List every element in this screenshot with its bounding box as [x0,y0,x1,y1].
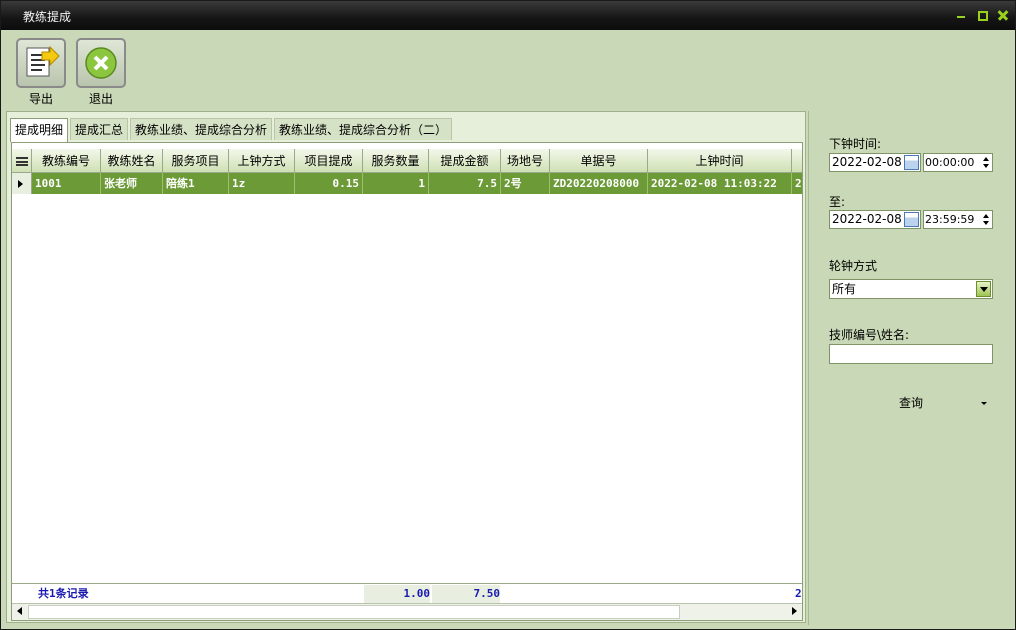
export-button[interactable]: 导出 [15,38,67,106]
export-label: 导出 [28,92,53,106]
window-title: 教练提成 [23,10,72,24]
clock-mode-label: 轮钟方式 [829,259,878,273]
tab-strip: 提成明细 提成汇总 教练业绩、提成综合分析 教练业绩、提成综合分析（二） [10,118,454,142]
table-row[interactable]: 1001 张老师 陪练1 1z 0.15 1 7.5 2号 ZD20220208… [12,173,802,194]
row-indicator-icon [12,173,32,194]
spinner-icon[interactable] [982,213,990,226]
select-all-icon[interactable] [12,149,32,173]
cell-clock-in-time[interactable]: 2022-02-08 11:03:22 [648,173,792,194]
cell-venue-no[interactable]: 2号 [501,173,550,194]
col-venue-no[interactable]: 场地号 [501,149,550,173]
start-date-value: 2022-02-08 [832,155,902,169]
clock-mode-select[interactable]: 所有 [829,279,993,299]
end-time-value: 23:59:59 [925,213,975,226]
detail-panel: 提成明细 提成汇总 教练业绩、提成综合分析 教练业绩、提成综合分析（二） 教练编… [6,111,806,623]
exit-label: 退出 [88,92,113,106]
scroll-left-icon[interactable] [17,607,22,615]
cell-coach-id[interactable]: 1001 [32,173,101,194]
title-bar[interactable]: 教练提成 [1,1,1015,30]
cell-service-qty[interactable]: 1 [363,173,429,194]
tab-commission-summary[interactable]: 提成汇总 [70,118,129,140]
end-time-label: 至: [829,195,846,209]
close-icon[interactable] [995,7,1011,23]
export-icon [16,38,66,88]
sum-commission-amount: 7.50 [432,585,500,603]
grid-footer: 共1条记录 1.00 7.50 2 [12,583,802,603]
cell-commission-amount[interactable]: 7.5 [429,173,501,194]
calendar-icon[interactable] [904,155,919,170]
scroll-thumb[interactable] [28,605,680,619]
data-grid: 教练编号 教练姓名 服务项目 上钟方式 项目提成 服务数量 提成金额 场地号 单… [11,142,803,621]
col-receipt-no[interactable]: 单据号 [550,149,648,173]
tab-coach-analysis[interactable]: 教练业绩、提成综合分析 [130,118,273,140]
filter-panel: 下钟时间: 2022-02-08 00:00:00 至: 2022-02-08 … [808,111,1014,625]
exit-button[interactable]: 退出 [75,38,127,106]
horizontal-scrollbar[interactable] [12,603,802,620]
col-coach-name[interactable]: 教练姓名 [101,149,163,173]
query-button[interactable]: 查询 [829,391,993,415]
clock-mode-value: 所有 [832,282,857,296]
col-service-item[interactable]: 服务项目 [163,149,229,173]
maximize-icon[interactable] [974,7,990,23]
col-overflow[interactable] [792,149,802,173]
cell-item-commission[interactable]: 0.15 [295,173,363,194]
tab-commission-detail[interactable]: 提成明细 [10,118,69,142]
record-count: 共1条记录 [38,587,89,600]
end-time-field[interactable]: 23:59:59 [923,210,993,229]
exit-icon [76,38,126,88]
minimize-icon[interactable] [953,7,969,23]
window: 教练提成 导出 退出 提成明细 提成汇总 教练业绩、提成综合分析 教练业绩、提成… [0,0,1016,630]
cell-receipt-no[interactable]: ZD20220208000 [550,173,648,194]
caret-down-icon[interactable] [981,402,987,405]
calendar-icon[interactable] [904,212,919,227]
cell-service-item[interactable]: 陪练1 [163,173,229,194]
grid-header: 教练编号 教练姓名 服务项目 上钟方式 项目提成 服务数量 提成金额 场地号 单… [12,149,802,173]
col-commission-amount[interactable]: 提成金额 [429,149,501,173]
end-date-value: 2022-02-08 [832,212,902,226]
cell-coach-name[interactable]: 张老师 [101,173,163,194]
col-clock-in-time[interactable]: 上钟时间 [648,149,792,173]
spinner-icon[interactable] [982,156,990,169]
start-time-value: 00:00:00 [925,156,975,169]
chevron-down-icon[interactable] [976,281,991,297]
cell-clock-mode[interactable]: 1z [229,173,295,194]
cell-overflow[interactable]: 2 [792,173,802,194]
sum-item-commission: 1.00 [364,585,430,603]
col-item-commission[interactable]: 项目提成 [295,149,363,173]
toolbar: 导出 退出 [1,30,1015,110]
col-service-qty[interactable]: 服务数量 [363,149,429,173]
start-time-field[interactable]: 00:00:00 [923,153,993,172]
col-clock-mode[interactable]: 上钟方式 [229,149,295,173]
start-time-label: 下钟时间: [829,137,882,151]
tech-input[interactable] [829,344,993,364]
scroll-right-icon[interactable] [792,607,797,615]
end-date-field[interactable]: 2022-02-08 [829,210,921,229]
start-date-field[interactable]: 2022-02-08 [829,153,921,172]
footer-overflow: 2 [795,587,802,600]
col-coach-id[interactable]: 教练编号 [32,149,101,173]
tech-label: 技师编号\姓名: [829,328,910,342]
tab-coach-analysis-2[interactable]: 教练业绩、提成综合分析（二） [274,118,453,140]
